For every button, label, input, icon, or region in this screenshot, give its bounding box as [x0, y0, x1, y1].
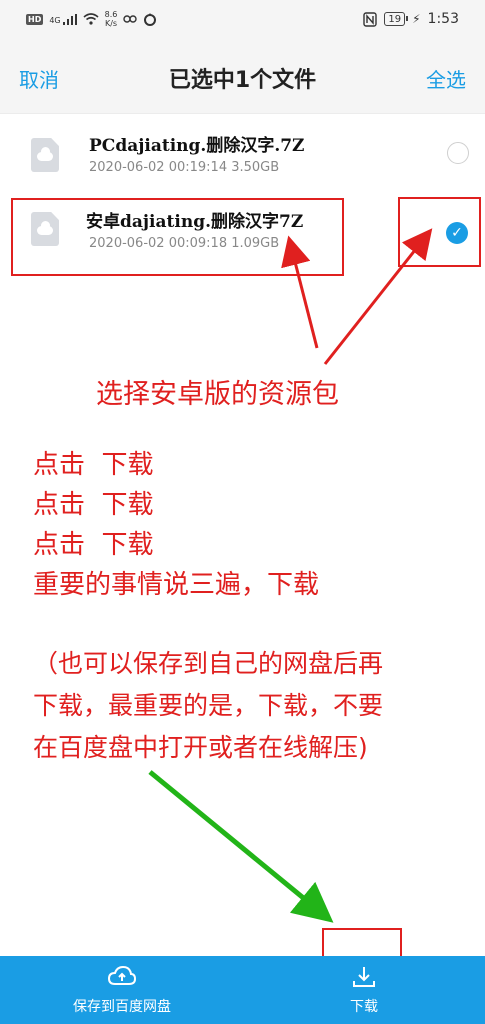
download-label: 下载	[350, 999, 378, 1015]
hd-badge: HD	[26, 13, 44, 25]
status-left: HD 4G 8.6 K/s	[26, 10, 157, 28]
annotation-select-android: 选择安卓版的资源包	[96, 379, 339, 410]
select-all-button[interactable]: 全选	[426, 64, 466, 93]
clock: 1:53	[427, 11, 459, 27]
speed-value: 8.6	[104, 10, 118, 19]
baidu-netdisk-icon	[123, 15, 138, 23]
file-meta: 2020-06-02 00:19:14 3.50GB	[89, 160, 279, 175]
save-to-netdisk-button[interactable]: 保存到百度网盘	[62, 956, 182, 1024]
download-icon	[353, 967, 375, 987]
charging-icon: ⚡	[412, 12, 421, 26]
wifi-icon	[83, 13, 99, 25]
file-time: 00:19:14	[168, 160, 228, 175]
battery-icon: 19	[384, 12, 408, 26]
annotation-repeat-note: 重要的事情说三遍，下载	[33, 570, 320, 600]
highlight-box-selected-file	[11, 198, 344, 276]
selection-header: 取消 已选中1个文件 全选	[0, 40, 485, 114]
status-bar: HD 4G 8.6 K/s 19 ⚡ 1:53	[0, 0, 485, 40]
signal-icon: 4G	[49, 13, 77, 25]
network-speed: 8.6 K/s	[105, 10, 118, 28]
file-date: 2020-06-02	[89, 160, 165, 175]
battery-level: 19	[388, 13, 402, 25]
signal-bars-icon	[62, 13, 77, 25]
annotation-click-download: 点击 下载	[33, 450, 154, 480]
annotation-click-download: 点击 下载	[33, 530, 154, 560]
download-button[interactable]: 下载	[334, 956, 394, 1024]
network-type: 4G	[49, 15, 61, 25]
bottom-action-bar: 保存到百度网盘 下载	[0, 956, 485, 1024]
annotation-paren-line: 下载，最重要的是，下载，不要	[33, 691, 384, 720]
archive-file-icon	[31, 138, 59, 172]
annotation-click-download: 点击 下载	[33, 490, 154, 520]
page-title: 已选中1个文件	[168, 68, 317, 93]
annotation-paren-line: （也可以保存到自己的网盘后再	[33, 649, 384, 678]
file-name: PCdajiating.删除汉字.7Z	[89, 136, 305, 156]
file-list-item[interactable]: PCdajiating.删除汉字.7Z 2020-06-02 00:19:14 …	[0, 116, 485, 194]
app-notification-icon	[144, 13, 157, 26]
highlight-box-checkbox	[398, 197, 481, 267]
file-size: 3.50GB	[231, 160, 280, 175]
speed-unit: K/s	[104, 19, 118, 28]
annotation-paren-line: 在百度盘中打开或者在线解压)	[33, 733, 368, 762]
nfc-icon	[363, 11, 378, 27]
cloud-upload-icon	[107, 965, 137, 985]
save-to-netdisk-label: 保存到百度网盘	[73, 999, 171, 1015]
arrow-to-download	[148, 770, 334, 923]
file-select-radio[interactable]	[447, 142, 469, 164]
status-right: 19 ⚡ 1:53	[363, 11, 459, 27]
